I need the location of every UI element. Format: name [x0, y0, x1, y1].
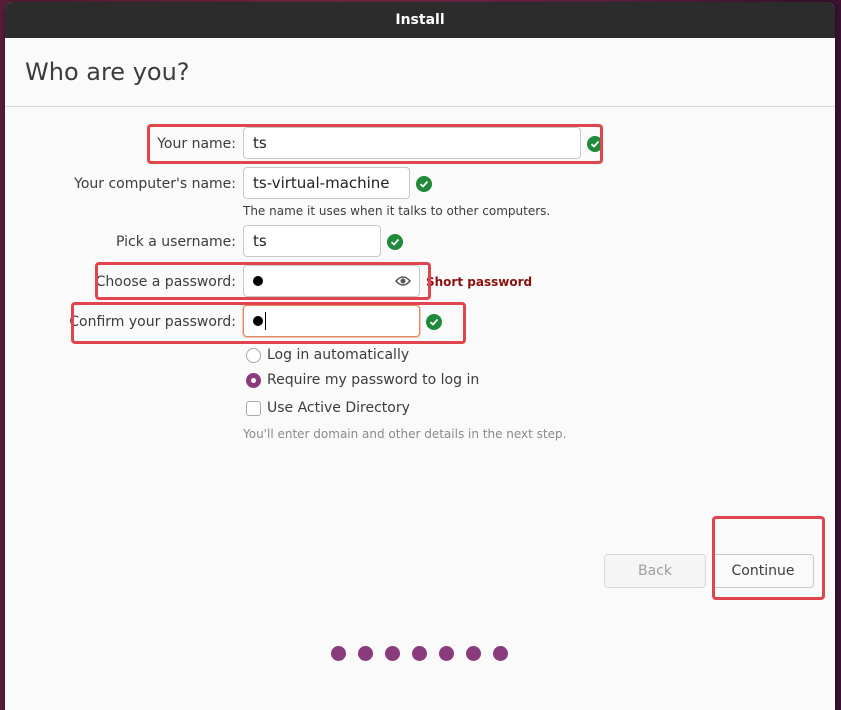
login-automatically-radio[interactable] [246, 347, 261, 363]
require-password-radio[interactable] [246, 372, 261, 388]
computer-name-value: ts-virtual-machine [253, 174, 390, 192]
confirm-password-valid-check-icon [426, 314, 442, 330]
username-label: Pick a username: [115, 234, 236, 250]
password-input[interactable] [243, 265, 420, 297]
computer-name-hint: The name it uses when it talks to other … [243, 204, 551, 218]
page-title: Who are you? [25, 58, 190, 86]
back-button[interactable]: Back [604, 554, 706, 588]
computer-name-label: Your computer's name: [74, 176, 236, 192]
progress-dot [331, 646, 346, 661]
username-input[interactable]: ts [243, 225, 381, 257]
require-password-option[interactable]: Require my password to log in [246, 372, 479, 388]
password-strength-warning: Short password [426, 275, 533, 289]
password-mask-dot [253, 276, 263, 286]
login-automatically-option[interactable]: Log in automatically [246, 347, 409, 363]
active-directory-option[interactable]: Use Active Directory [246, 400, 410, 416]
confirm-password-mask-dot [253, 316, 263, 326]
password-label: Choose a password: [95, 274, 236, 290]
title-bar: Install [5, 2, 835, 38]
name-label: Your name: [157, 136, 236, 152]
name-value: ts [253, 134, 267, 152]
confirm-password-label: Confirm your password: [69, 314, 236, 330]
progress-dot [358, 646, 373, 661]
progress-dot [385, 646, 400, 661]
back-button-label: Back [638, 563, 672, 579]
installation-progress-dots [331, 646, 508, 661]
name-input[interactable]: ts [243, 127, 581, 159]
confirm-password-input[interactable] [243, 305, 420, 337]
progress-dot [439, 646, 454, 661]
name-valid-check-icon [587, 136, 603, 152]
installer-window: Install Who are you? Your name: ts Your … [5, 2, 835, 710]
login-automatically-label: Log in automatically [267, 347, 410, 363]
progress-dot [412, 646, 427, 661]
active-directory-label: Use Active Directory [267, 400, 410, 416]
computer-name-input[interactable]: ts-virtual-machine [243, 167, 410, 199]
text-cursor [265, 312, 266, 330]
computer-name-valid-check-icon [416, 176, 432, 192]
require-password-label: Require my password to log in [267, 372, 480, 388]
progress-dot [466, 646, 481, 661]
progress-dot [493, 646, 508, 661]
continue-button[interactable]: Continue [712, 554, 814, 588]
username-valid-check-icon [387, 234, 403, 250]
username-value: ts [253, 232, 267, 250]
page-header: Who are you? [5, 38, 835, 107]
active-directory-hint: You'll enter domain and other details in… [243, 427, 567, 441]
continue-button-label: Continue [731, 563, 795, 579]
active-directory-checkbox[interactable] [246, 400, 261, 416]
window-title: Install [395, 12, 445, 28]
show-password-eye-icon[interactable] [395, 274, 411, 288]
